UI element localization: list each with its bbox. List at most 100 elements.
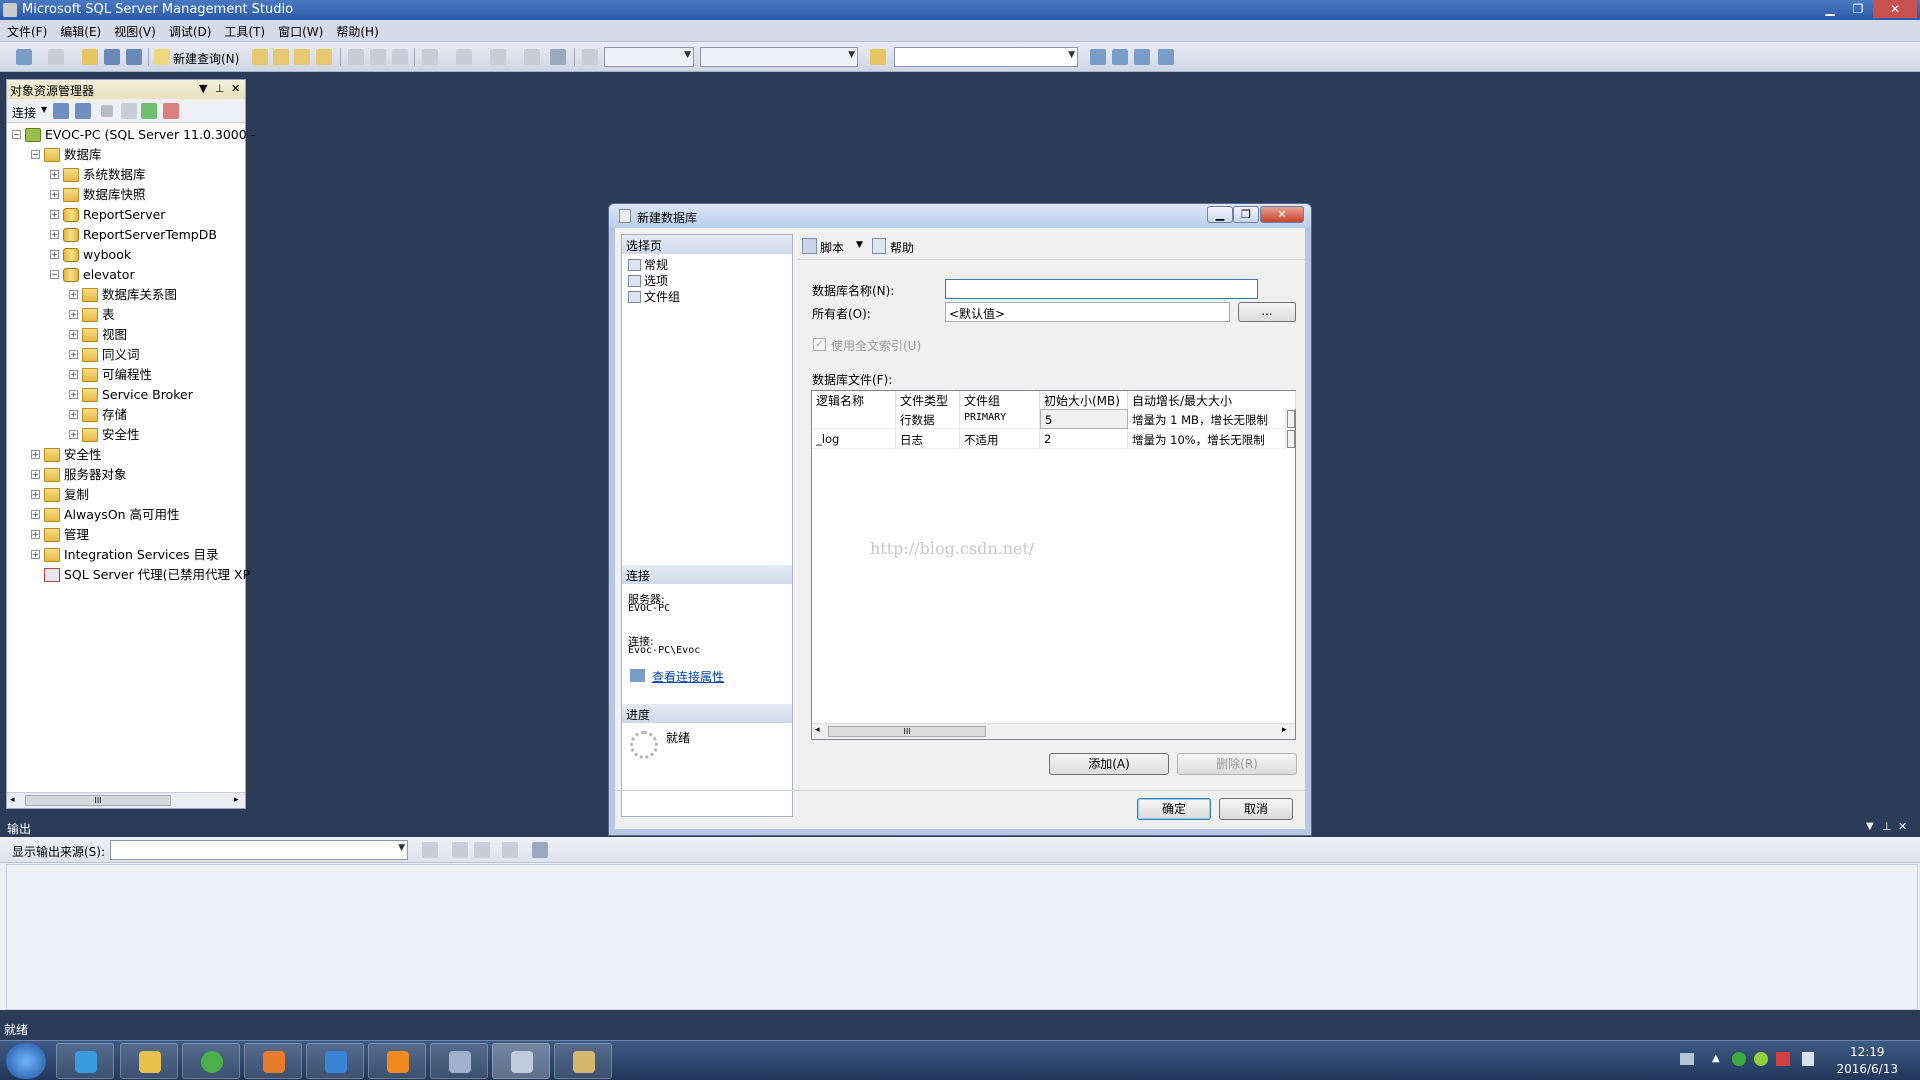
scroll-left-icon[interactable]: ◂ xyxy=(10,795,15,805)
start-button-icon[interactable] xyxy=(6,1043,46,1079)
panel-dropdown-icon[interactable]: ▼ xyxy=(199,82,207,95)
execute-icon[interactable] xyxy=(582,49,598,65)
expand-icon[interactable]: + xyxy=(69,290,78,299)
security-shield-icon[interactable] xyxy=(1732,1052,1746,1066)
expand-icon[interactable]: + xyxy=(50,170,59,179)
taskbar-im[interactable] xyxy=(306,1043,364,1079)
activity-monitor-icon[interactable] xyxy=(550,49,566,65)
properties-icon[interactable] xyxy=(1134,49,1150,65)
undo-icon[interactable] xyxy=(422,49,438,65)
scroll-right-icon[interactable]: ▸ xyxy=(234,795,239,805)
copy-icon[interactable] xyxy=(370,49,386,65)
grid-hscroll-thumb[interactable]: III xyxy=(828,726,986,737)
db-engine-query-icon[interactable] xyxy=(252,49,268,65)
menu-debug[interactable]: 调试(D) xyxy=(162,20,218,40)
row1-autogrowth[interactable]: 增量为 1 MB，增长无限制 xyxy=(1128,409,1286,429)
analysis-query-icon[interactable] xyxy=(273,49,289,65)
tray-expand-icon[interactable]: ▲ xyxy=(1712,1053,1720,1064)
connect-object-explorer-icon[interactable] xyxy=(53,103,69,119)
object-explorer-hscroll[interactable]: ◂ III ▸ xyxy=(7,792,245,808)
output-close-icon[interactable]: ✕ xyxy=(1898,820,1907,833)
mdx-query-icon[interactable] xyxy=(294,49,310,65)
word-wrap-icon[interactable] xyxy=(532,842,548,858)
col-file-type[interactable]: 文件类型 xyxy=(896,391,960,409)
expand-icon[interactable]: + xyxy=(50,190,59,199)
expand-icon[interactable]: + xyxy=(69,390,78,399)
hscroll-thumb[interactable]: III xyxy=(25,795,171,806)
save-icon[interactable] xyxy=(104,49,120,65)
goto-previous-icon[interactable] xyxy=(422,842,438,858)
menu-help[interactable]: 帮助(H) xyxy=(329,20,384,40)
clear-all-icon[interactable] xyxy=(502,842,518,858)
expand-icon[interactable]: + xyxy=(31,530,40,539)
expand-icon[interactable]: + xyxy=(69,330,78,339)
page-filegroups[interactable]: 文件组 xyxy=(628,288,680,304)
menu-edit[interactable]: 编辑(E) xyxy=(53,20,107,40)
cancel-button[interactable]: 取消 xyxy=(1219,798,1293,820)
open-file-icon[interactable] xyxy=(82,49,98,65)
xmla-query-icon[interactable] xyxy=(316,49,332,65)
expand-icon[interactable]: + xyxy=(69,410,78,419)
taskbar-ssms[interactable] xyxy=(430,1043,488,1079)
menu-window[interactable]: 窗口(W) xyxy=(271,20,329,40)
collapse-icon[interactable]: − xyxy=(31,150,40,159)
expand-icon[interactable]: + xyxy=(31,550,40,559)
remove-button[interactable]: 删除(R) xyxy=(1177,753,1297,775)
expand-icon[interactable]: + xyxy=(50,230,59,239)
help-button[interactable]: 帮助 xyxy=(890,239,914,256)
grid-hscroll[interactable]: ◂ III ▸ xyxy=(812,723,1295,739)
dialog-close-button[interactable]: ✕ xyxy=(1260,206,1304,223)
new-query-icon[interactable] xyxy=(154,49,170,65)
navigate-back-icon[interactable] xyxy=(490,49,506,65)
expand-icon[interactable]: + xyxy=(50,210,59,219)
cut-icon[interactable] xyxy=(348,49,364,65)
system-clock[interactable]: 12:19 2016/6/13 xyxy=(1836,1044,1898,1078)
volume-icon[interactable] xyxy=(1802,1052,1814,1066)
row2-logical-name[interactable]: _log xyxy=(812,429,896,449)
restore-button[interactable]: ❐ xyxy=(1845,0,1871,18)
expand-icon[interactable]: + xyxy=(69,430,78,439)
add-item-icon[interactable] xyxy=(48,49,64,65)
toolbox-icon[interactable] xyxy=(1158,49,1174,65)
registered-servers-icon[interactable] xyxy=(1090,49,1106,65)
output-pin-icon[interactable]: ⊥ xyxy=(1882,820,1892,833)
disconnect-icon[interactable] xyxy=(75,103,91,119)
taskbar-explorer[interactable] xyxy=(120,1043,178,1079)
solution-config-combo[interactable]: ▼ xyxy=(700,47,858,67)
page-general[interactable]: 常规 xyxy=(628,256,668,272)
menu-file[interactable]: 文件(F) xyxy=(0,20,53,40)
minimize-button[interactable]: ▁ xyxy=(1817,0,1843,18)
taskbar-paint[interactable] xyxy=(554,1043,612,1079)
script-button[interactable]: 脚本 xyxy=(820,239,844,256)
paste-icon[interactable] xyxy=(392,49,408,65)
expand-icon[interactable]: + xyxy=(31,510,40,519)
expand-icon[interactable]: + xyxy=(31,470,40,479)
row2-filegroup[interactable]: 不适用 xyxy=(960,429,1040,449)
panel-close-icon[interactable]: ✕ xyxy=(231,82,240,95)
connect-button[interactable]: 连接 xyxy=(12,104,36,121)
page-options[interactable]: 选项 xyxy=(628,272,668,288)
find-message-icon[interactable] xyxy=(474,842,490,858)
row1-logical-name[interactable] xyxy=(812,409,896,429)
collapse-icon[interactable]: − xyxy=(50,270,59,279)
taskbar-browser[interactable] xyxy=(182,1043,240,1079)
fulltext-checkbox[interactable]: ✓ xyxy=(813,338,826,351)
col-autogrowth[interactable]: 自动增长/最大大小 xyxy=(1128,391,1296,409)
stop-icon[interactable] xyxy=(101,105,113,117)
dialog-maximize-button[interactable]: ❐ xyxy=(1233,206,1259,223)
db-name-input[interactable] xyxy=(945,279,1258,299)
pin-icon[interactable]: ⊥ xyxy=(215,82,225,95)
expand-icon[interactable]: + xyxy=(69,350,78,359)
expand-icon[interactable]: + xyxy=(31,450,40,459)
ok-button[interactable]: 确定 xyxy=(1137,798,1211,820)
expand-icon[interactable]: + xyxy=(69,370,78,379)
row2-initial-size[interactable]: 2 xyxy=(1040,429,1128,449)
owner-input[interactable]: <默认值> xyxy=(945,302,1230,322)
save-all-icon[interactable] xyxy=(126,49,142,65)
object-explorer-icon[interactable] xyxy=(1112,49,1128,65)
row1-file-type[interactable]: 行数据 xyxy=(896,409,960,429)
collapse-icon[interactable]: − xyxy=(12,130,21,139)
database-combo[interactable]: ▼ xyxy=(604,47,694,67)
taskbar-snipping[interactable] xyxy=(492,1043,550,1079)
refresh-icon[interactable] xyxy=(141,103,157,119)
